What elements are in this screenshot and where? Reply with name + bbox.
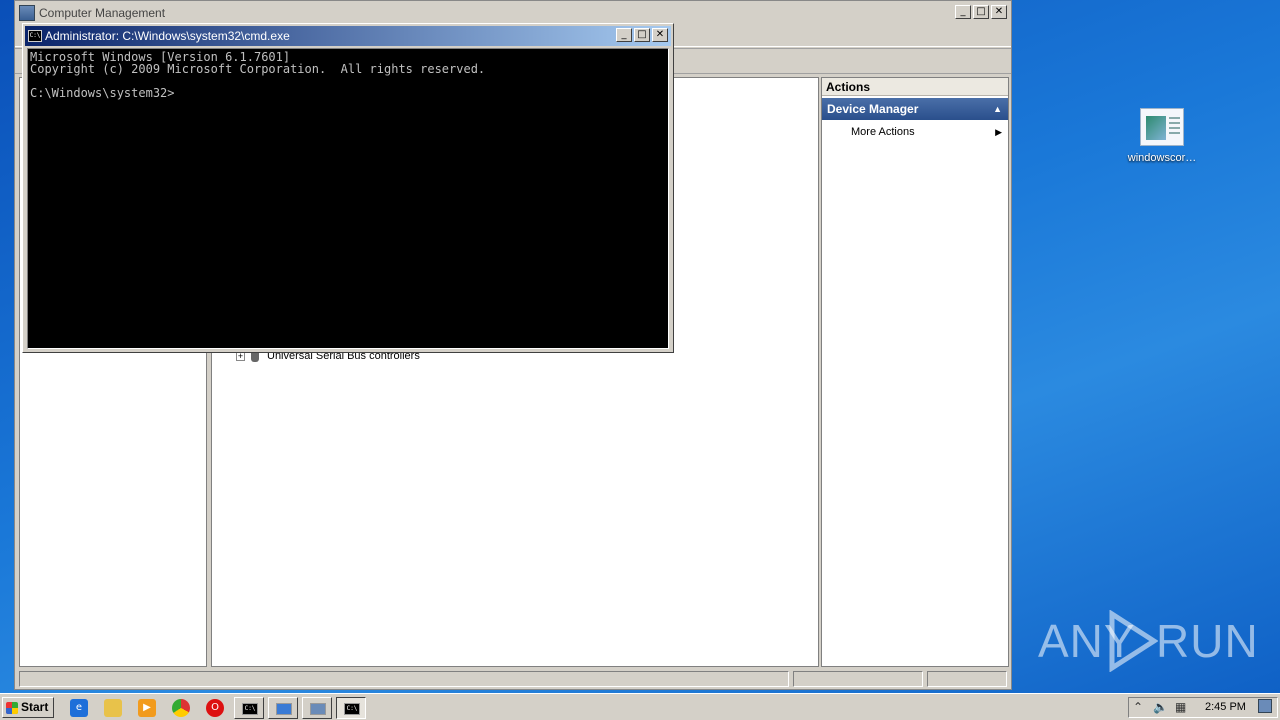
taskbar-remote-button[interactable] [268, 697, 298, 719]
console-output[interactable]: Microsoft Windows [Version 6.1.7601] Cop… [27, 48, 669, 349]
mmc-title: Computer Management [39, 6, 166, 20]
cmd-window[interactable]: C:\ Administrator: C:\Windows\system32\c… [22, 23, 674, 353]
taskbar-cmd-button[interactable]: C:\ [234, 697, 264, 719]
cmd-icon: C:\ [344, 703, 360, 715]
minimize-button[interactable]: _ [616, 28, 632, 42]
monitor-icon [276, 703, 292, 715]
start-button[interactable]: Start [2, 697, 54, 718]
cmd-window-buttons: _ □ ✕ [616, 28, 668, 42]
more-actions-label: More Actions [851, 126, 915, 138]
mmc-statusbar [19, 669, 1009, 689]
actions-section-label: Device Manager [827, 102, 919, 116]
clock[interactable]: 2:45 PM [1205, 701, 1246, 713]
status-cell [927, 671, 1007, 687]
collapse-up-icon[interactable]: ▲ [993, 98, 1002, 120]
submenu-arrow-icon: ▶ [995, 127, 1002, 137]
computer-management-icon [310, 703, 326, 715]
more-actions-item[interactable]: More Actions ▶ [822, 120, 1008, 144]
anyrun-watermark: ANY RUN [1038, 608, 1258, 678]
watermark-text-run: RUN [1156, 615, 1259, 667]
system-tray: ⌃ 🔈 ▦ 2:45 PM [1128, 697, 1278, 718]
start-label: Start [21, 700, 49, 714]
close-button[interactable]: ✕ [652, 28, 668, 42]
status-cell [793, 671, 923, 687]
minimize-button[interactable]: _ [955, 5, 971, 19]
actions-pane[interactable]: Actions Device Manager ▲ More Actions ▶ [821, 77, 1009, 667]
taskbar-cmd-active-button[interactable]: C:\ [336, 697, 366, 719]
media-player-icon[interactable]: ▶ [138, 699, 156, 717]
volume-icon[interactable]: 🔈 [1153, 700, 1168, 714]
desktop-file-icon[interactable]: windowscor… [1122, 108, 1202, 164]
chrome-icon[interactable] [172, 699, 190, 717]
computer-management-icon [19, 5, 35, 21]
show-desktop-icon[interactable] [1258, 699, 1272, 713]
status-cell [19, 671, 789, 687]
folder-icon[interactable] [104, 699, 122, 717]
windows-flag-icon [6, 702, 18, 714]
mmc-window-buttons: _ □ ✕ [955, 5, 1007, 19]
document-icon [1140, 108, 1184, 146]
play-logo-icon [1109, 610, 1158, 672]
cmd-title: Administrator: C:\Windows\system32\cmd.e… [45, 29, 290, 43]
taskbar-computer-management-button[interactable] [302, 697, 332, 719]
actions-section-device-manager[interactable]: Device Manager ▲ [822, 98, 1008, 120]
maximize-button[interactable]: □ [973, 5, 989, 19]
actions-header: Actions [822, 78, 1008, 96]
cmd-titlebar[interactable]: C:\ Administrator: C:\Windows\system32\c… [25, 26, 671, 46]
show-hidden-icons-icon[interactable]: ⌃ [1133, 700, 1143, 714]
cmd-icon: C:\ [28, 30, 42, 42]
network-icon[interactable]: ▦ [1175, 700, 1186, 714]
maximize-button[interactable]: □ [634, 28, 650, 42]
close-button[interactable]: ✕ [991, 5, 1007, 19]
cmd-icon: C:\ [242, 703, 258, 715]
taskbar: Start e ▶ O C:\ C:\ ⌃ 🔈 ▦ 2:45 PM [0, 693, 1280, 720]
opera-icon[interactable]: O [206, 699, 224, 717]
desktop-icon-label: windowscor… [1127, 152, 1197, 164]
mmc-titlebar[interactable]: Computer Management [15, 1, 1011, 25]
internet-explorer-icon[interactable]: e [70, 699, 88, 717]
